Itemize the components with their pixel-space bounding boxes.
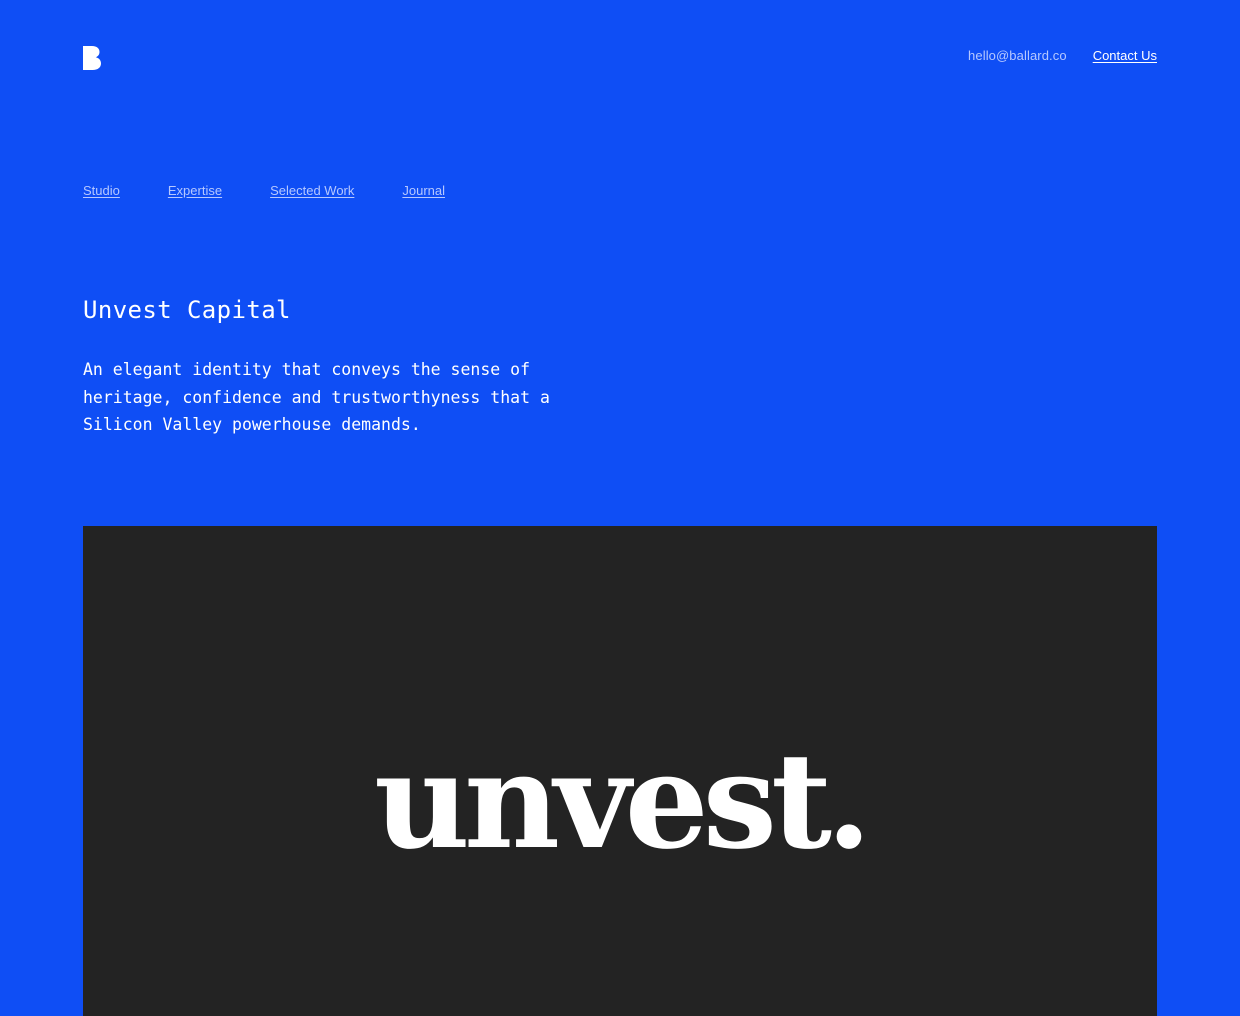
nav-journal-link[interactable]: Journal — [402, 183, 445, 198]
email-link[interactable]: hello@ballard.co — [968, 48, 1067, 63]
project-showcase-image: unvest. — [83, 526, 1157, 1016]
main-nav: Studio Expertise Selected Work Journal — [83, 183, 493, 198]
nav-selected-work-link[interactable]: Selected Work — [270, 183, 354, 198]
contact-us-link[interactable]: Contact Us — [1093, 48, 1157, 63]
project-description: An elegant identity that conveys the sen… — [83, 360, 550, 434]
project-title: Unvest Capital — [83, 296, 291, 324]
nav-expertise-link[interactable]: Expertise — [168, 183, 222, 198]
ballard-logo-icon[interactable] — [83, 46, 101, 70]
nav-studio-link[interactable]: Studio — [83, 183, 120, 198]
unvest-wordmark: unvest. — [374, 724, 872, 879]
header-contact: hello@ballard.co Contact Us — [968, 48, 1157, 63]
